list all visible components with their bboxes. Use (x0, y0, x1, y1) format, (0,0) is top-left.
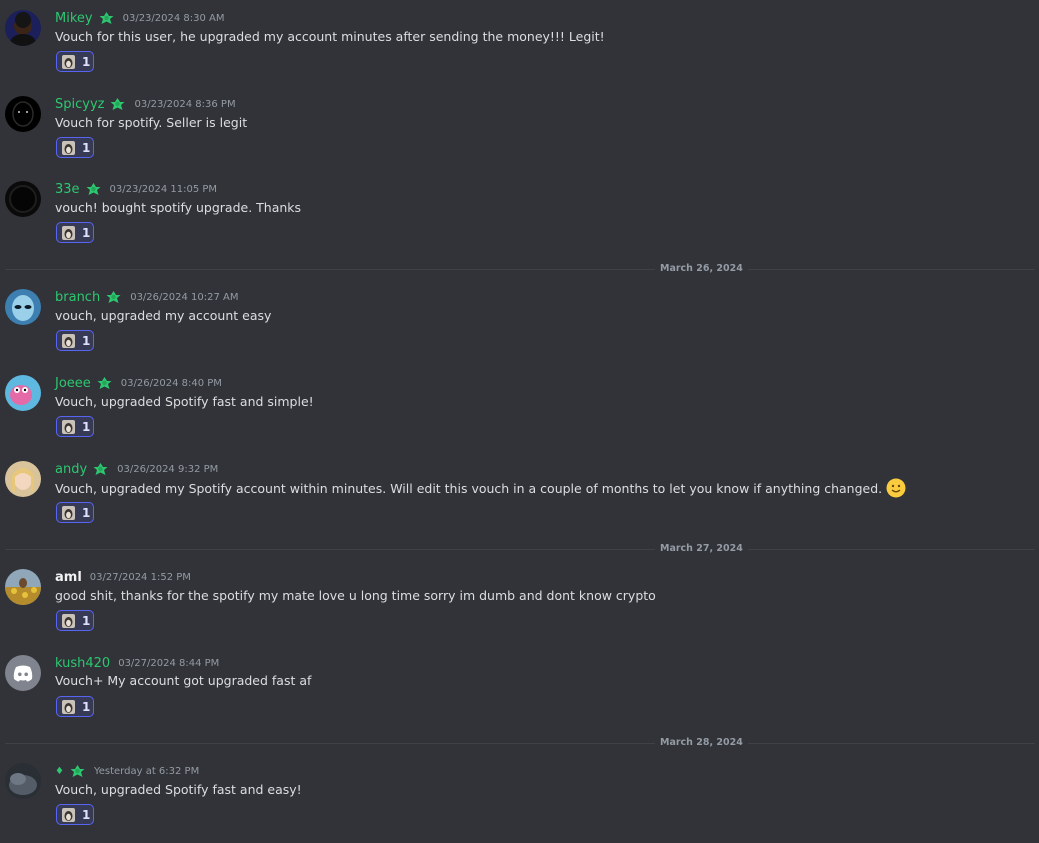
timestamp: 03/26/2024 10:27 AM (130, 291, 239, 303)
user-avatar[interactable] (5, 461, 41, 497)
message-text: Vouch, upgraded Spotify fast and simple! (55, 394, 314, 409)
date-divider-label: March 27, 2024 (655, 543, 748, 554)
reaction-emoji-icon (62, 419, 75, 434)
reaction-button[interactable]: 1 (56, 696, 94, 717)
timestamp: 03/23/2024 8:36 PM (134, 98, 236, 110)
message: Spicyyz 03/23/2024 8:36 PM Vouch for spo… (0, 86, 1039, 166)
date-divider-label: March 26, 2024 (655, 263, 748, 274)
message-content: Vouch, upgraded Spotify fast and easy! (55, 782, 302, 797)
reaction-count: 1 (82, 419, 91, 434)
message: kush420 03/27/2024 8:44 PM Vouch+ My acc… (0, 645, 1039, 725)
timestamp: 03/26/2024 8:40 PM (120, 377, 222, 389)
message-content: Vouch, upgraded Spotify fast and simple! (55, 394, 314, 409)
message-content: vouch, upgraded my account easy (55, 308, 272, 323)
community-badge-icon[interactable] (69, 763, 86, 780)
timestamp: 03/26/2024 9:32 PM (117, 463, 219, 475)
user-avatar[interactable] (5, 181, 41, 217)
reaction-button[interactable]: 1 (56, 137, 94, 158)
reaction-button[interactable]: 1 (56, 51, 94, 72)
reaction-count: 1 (82, 699, 91, 714)
message-text: good shit, thanks for the spotify my mat… (55, 588, 656, 603)
username[interactable]: ♦ (55, 766, 64, 777)
user-avatar[interactable] (5, 96, 41, 132)
timestamp: 03/27/2024 8:44 PM (118, 657, 220, 669)
reaction-count: 1 (82, 505, 91, 520)
reaction-count: 1 (82, 333, 91, 348)
community-badge-icon[interactable] (96, 375, 113, 392)
user-avatar[interactable] (5, 763, 41, 799)
timestamp: Yesterday at 6:32 PM (93, 765, 200, 777)
message-text: Vouch for spotify. Seller is legit (55, 115, 247, 130)
date-divider (5, 549, 1035, 550)
reaction-emoji-icon (62, 613, 75, 628)
message-text: Vouch, upgraded my Spotify account withi… (55, 478, 906, 498)
message: Mikey 03/23/2024 8:30 AM Vouch for this … (0, 0, 1039, 80)
message-content: Vouch for this user, he upgraded my acco… (55, 29, 605, 44)
reaction-count: 1 (82, 54, 91, 69)
reaction-count: 1 (82, 613, 91, 628)
reaction-emoji-icon (62, 140, 75, 155)
date-divider-label: March 28, 2024 (655, 737, 748, 748)
username[interactable]: Spicyyz (55, 97, 104, 112)
message: andy 03/26/2024 9:32 PM Vouch, upgraded … (0, 451, 1039, 531)
date-divider (5, 743, 1035, 744)
message: aml 03/27/2024 1:52 PM good shit, thanks… (0, 559, 1039, 639)
reaction-button[interactable]: 1 (56, 610, 94, 631)
user-avatar[interactable] (5, 569, 41, 605)
reaction-button[interactable]: 1 (56, 330, 94, 351)
username[interactable]: 33e (55, 182, 80, 197)
message-text: Vouch for this user, he upgraded my acco… (55, 29, 605, 44)
timestamp: 03/23/2024 11:05 PM (109, 183, 218, 195)
timestamp: 03/23/2024 8:30 AM (122, 12, 225, 24)
message: branch 03/26/2024 10:27 AM vouch, upgrad… (0, 279, 1039, 359)
reaction-count: 1 (82, 140, 91, 155)
community-badge-icon[interactable] (98, 10, 115, 27)
message: Joeee 03/26/2024 8:40 PM Vouch, upgraded… (0, 365, 1039, 445)
reaction-button[interactable]: 1 (56, 416, 94, 437)
username[interactable]: Joeee (55, 376, 91, 391)
username[interactable]: kush420 (55, 656, 110, 671)
reaction-button[interactable]: 1 (56, 804, 94, 825)
reaction-emoji-icon (62, 699, 75, 714)
reaction-count: 1 (82, 807, 91, 822)
reaction-emoji-icon (62, 505, 75, 520)
username[interactable]: aml (55, 570, 82, 585)
reaction-emoji-icon (62, 225, 75, 240)
community-badge-icon[interactable] (92, 461, 109, 478)
message: ♦ Yesterday at 6:32 PM Vouch, upgraded S… (0, 753, 1039, 833)
username[interactable]: Mikey (55, 11, 93, 26)
community-badge-icon[interactable] (109, 96, 126, 113)
reaction-emoji-icon (62, 54, 75, 69)
reaction-button[interactable]: 1 (56, 502, 94, 523)
reaction-button[interactable]: 1 (56, 222, 94, 243)
slightly-smiling-face-icon (886, 478, 906, 498)
date-divider (5, 269, 1035, 270)
reaction-count: 1 (82, 225, 91, 240)
message-text: vouch! bought spotify upgrade. Thanks (55, 200, 301, 215)
discord-logo-icon[interactable] (5, 655, 41, 691)
user-avatar[interactable] (5, 375, 41, 411)
community-badge-icon[interactable] (105, 289, 122, 306)
message: 33e 03/23/2024 11:05 PM vouch! bought sp… (0, 171, 1039, 251)
message-content: Vouch, upgraded my Spotify account withi… (55, 480, 883, 496)
message-content: good shit, thanks for the spotify my mat… (55, 588, 656, 603)
message-content: Vouch for spotify. Seller is legit (55, 115, 248, 130)
community-badge-icon[interactable] (85, 181, 102, 198)
username[interactable]: branch (55, 290, 100, 305)
reaction-emoji-icon (62, 333, 75, 348)
message-content: Vouch+ My account got upgraded fast af (55, 673, 312, 688)
message-text: Vouch+ My account got upgraded fast af (55, 673, 311, 688)
message-text: Vouch, upgraded Spotify fast and easy! (55, 782, 302, 797)
user-avatar[interactable] (5, 10, 41, 46)
message-content: vouch! bought spotify upgrade. Thanks (55, 200, 302, 215)
user-avatar[interactable] (5, 289, 41, 325)
username[interactable]: andy (55, 462, 87, 477)
reaction-emoji-icon (62, 807, 75, 822)
timestamp: 03/27/2024 1:52 PM (89, 571, 191, 583)
message-text: vouch, upgraded my account easy (55, 308, 271, 323)
